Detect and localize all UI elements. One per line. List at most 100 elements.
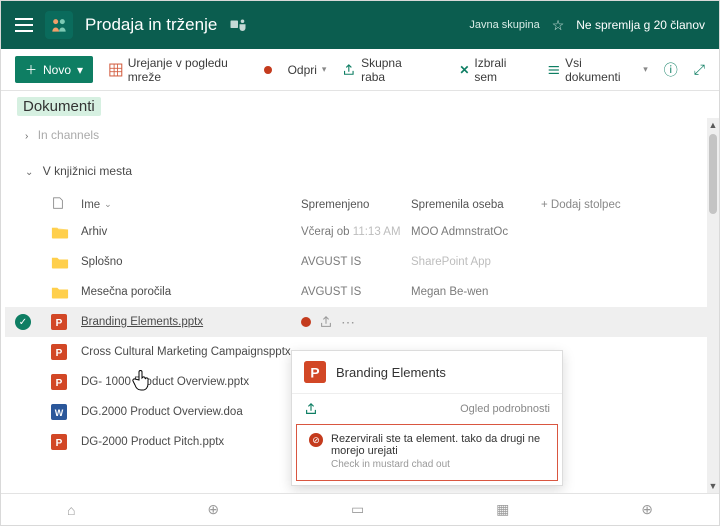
table-row[interactable]: Splošno AVGUST IS SharePoint App: [5, 247, 719, 277]
list-icon: [547, 63, 561, 77]
table-row[interactable]: ✓ P Branding Elements.pptx ⋯: [5, 307, 719, 337]
info-icon[interactable]: ⓘ: [664, 60, 678, 80]
open-label: Odpri: [288, 63, 317, 77]
scrollbar[interactable]: ▲ ▼: [707, 118, 719, 493]
chevron-down-icon: ▾: [643, 64, 648, 75]
share-label: Skupna raba: [361, 56, 427, 84]
file-modified: AVGUST IS: [301, 256, 411, 268]
new-button[interactable]: ＋ Novo ▾: [15, 56, 93, 83]
svg-text:P: P: [56, 318, 63, 329]
folder-icon: [51, 285, 69, 299]
group-type-label: Javna skupina: [469, 19, 539, 31]
file-modified: Včeraj ob 11:13 AM: [301, 226, 411, 238]
chevron-right-icon: ›: [25, 131, 28, 142]
doc-icon[interactable]: ▭: [351, 501, 364, 518]
chevron-down-icon: ⌄: [104, 199, 112, 210]
status-dot-icon: [264, 66, 272, 74]
breadcrumb-label[interactable]: Dokumenti: [17, 97, 101, 116]
content-area: ▲ ▼ › In channels ⌄ V knjižnici mesta Im…: [1, 118, 719, 493]
grid-icon[interactable]: ▦: [496, 501, 509, 518]
file-modified-by: MOO AdmnstratOc: [411, 226, 541, 238]
file-name: Arhiv: [81, 226, 301, 238]
file-hover-card: P Branding Elements Ogled podrobnosti ⊘ …: [291, 350, 563, 486]
modified-column-header[interactable]: Spremenjeno: [301, 199, 411, 211]
section-channels-label: In channels: [38, 128, 99, 142]
modified-by-column-header[interactable]: Spremenila oseba: [411, 199, 541, 211]
grid-icon: [109, 63, 123, 77]
app-header: Prodaja in trženje Javna skupina ☆ Ne sp…: [1, 1, 719, 49]
selected-label: Izbrali sem: [474, 56, 530, 84]
view-details-link[interactable]: Ogled podrobnosti: [460, 403, 550, 415]
home-icon[interactable]: ⌂: [67, 502, 75, 518]
file-name: DG.2000 Product Overview.doa: [81, 406, 301, 418]
breadcrumb: Dokumenti: [1, 91, 719, 118]
all-documents-button[interactable]: Vsi dokumenti ▾: [547, 56, 648, 84]
chevron-down-icon: ⌄: [25, 167, 33, 178]
star-icon[interactable]: ☆: [552, 17, 565, 34]
checkout-warning-subtext: Check in mustard chad out: [331, 459, 545, 470]
row-actions: ⋯: [301, 314, 411, 331]
scrollbar-thumb[interactable]: [709, 134, 717, 214]
menu-icon[interactable]: [15, 18, 33, 32]
svg-text:P: P: [56, 348, 63, 359]
folder-icon: [51, 255, 69, 269]
file-name: Cross Cultural Marketing Campaignspptx: [81, 346, 301, 358]
add-icon[interactable]: ⊕: [641, 501, 653, 518]
svg-text:W: W: [55, 408, 64, 418]
check-icon[interactable]: ✓: [15, 314, 31, 330]
scroll-up-arrow-icon[interactable]: ▲: [707, 120, 719, 130]
section-channels[interactable]: › In channels: [5, 124, 719, 146]
plus-icon: ＋: [25, 61, 37, 78]
file-name: Mesečna poročila: [81, 286, 301, 298]
scroll-down-arrow-icon[interactable]: ▼: [707, 481, 719, 491]
people-icon: [49, 15, 69, 35]
section-library[interactable]: ⌄ V knjižnici mesta: [5, 160, 719, 182]
word-icon: W: [51, 404, 67, 420]
new-button-label: Novo: [43, 63, 71, 77]
card-title: Branding Elements: [336, 365, 446, 380]
file-name: Splošno: [81, 256, 301, 268]
name-column-header[interactable]: Ime ⌄: [81, 199, 301, 211]
add-column-button[interactable]: + Dodaj stolpec: [541, 199, 621, 211]
blocked-icon: ⊘: [309, 433, 323, 447]
powerpoint-icon: P: [51, 374, 67, 390]
share-row-icon[interactable]: [319, 315, 333, 329]
edit-grid-button[interactable]: Urejanje v pogledu mreže: [109, 56, 272, 84]
expand-icon[interactable]: ⤢: [694, 61, 705, 78]
folder-icon: [51, 225, 69, 239]
all-documents-label: Vsi dokumenti: [565, 56, 638, 84]
more-icon[interactable]: ⋯: [341, 314, 355, 331]
selected-button[interactable]: ✕ Izbrali sem: [459, 56, 530, 84]
svg-text:P: P: [310, 366, 319, 381]
checkout-warning-text: Rezervirali ste ta element. tako da drug…: [331, 433, 545, 457]
file-modified-by: SharePoint App: [411, 256, 541, 268]
file-name: Branding Elements.pptx: [81, 316, 301, 328]
table-row[interactable]: Arhiv Včeraj ob 11:13 AM MOO AdmnstratOc: [5, 217, 719, 247]
command-bar: ＋ Novo ▾ Urejanje v pogledu mreže Odpri …: [1, 49, 719, 91]
close-icon: ✕: [459, 63, 469, 77]
file-modified: AVGUST IS: [301, 286, 411, 298]
table-header: Ime ⌄ Spremenjeno Spremenila oseba + Dod…: [5, 192, 719, 217]
share-button[interactable]: Skupna raba: [342, 56, 427, 84]
file-type-column-icon[interactable]: [51, 196, 81, 213]
chevron-down-icon: ▾: [322, 64, 327, 75]
svg-text:P: P: [56, 438, 63, 449]
powerpoint-icon: P: [304, 361, 326, 383]
powerpoint-icon: P: [51, 434, 67, 450]
name-column-label: Ime: [81, 199, 100, 211]
file-name: DG- 1000 Product Overview.pptx: [81, 376, 301, 388]
chevron-down-icon: ▾: [77, 63, 83, 77]
teams-icon[interactable]: [229, 16, 247, 34]
follow-status[interactable]: Ne spremlja g 20 članov: [576, 18, 705, 32]
section-library-label: V knjižnici mesta: [43, 164, 132, 178]
powerpoint-icon: P: [51, 344, 67, 360]
edit-grid-label: Urejanje v pogledu mreže: [128, 56, 261, 84]
open-button[interactable]: Odpri ▾: [288, 63, 327, 77]
globe-icon[interactable]: ⊕: [207, 501, 219, 518]
file-modified-by: Megan Be-wen: [411, 286, 541, 298]
share-icon[interactable]: [304, 402, 318, 416]
share-icon: [342, 63, 356, 77]
table-row[interactable]: Mesečna poročila AVGUST IS Megan Be-wen: [5, 277, 719, 307]
site-logo[interactable]: [45, 11, 73, 39]
checkout-warning: ⊘ Rezervirali ste ta element. tako da dr…: [296, 424, 558, 481]
